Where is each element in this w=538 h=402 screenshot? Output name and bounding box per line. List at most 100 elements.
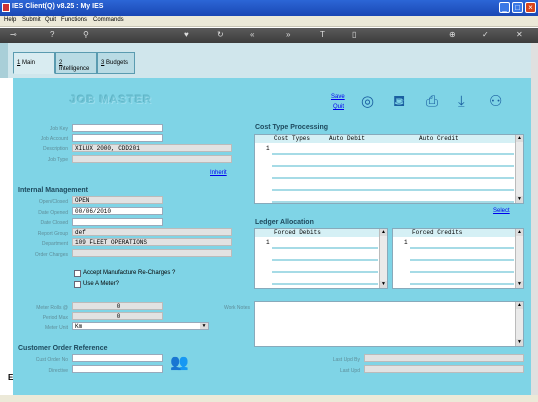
close-window-icon[interactable]: × bbox=[525, 2, 536, 13]
date-opened-label: Date Opened bbox=[38, 210, 68, 216]
status-strip bbox=[0, 395, 538, 402]
work-notes-textarea[interactable]: ▲ ▼ bbox=[254, 301, 524, 347]
window-side-bar bbox=[531, 43, 538, 395]
key-icon[interactable]: ⊸ bbox=[10, 29, 17, 41]
report-group-label: Report Group bbox=[37, 231, 68, 237]
left-edge-marker: E bbox=[8, 373, 14, 382]
tab-main[interactable]: 1 Main bbox=[13, 52, 55, 74]
scroll-down-icon[interactable]: ▼ bbox=[516, 196, 523, 203]
period-max-field: 0 bbox=[72, 312, 163, 320]
cust-order-input[interactable] bbox=[72, 354, 163, 362]
cost-type-rows[interactable] bbox=[272, 143, 514, 203]
scroll-down-icon[interactable]: ▼ bbox=[516, 281, 523, 288]
cost-type-header: Cost Types Auto Debit Auto Credit bbox=[255, 135, 523, 143]
text-icon[interactable]: T bbox=[320, 29, 325, 41]
menu-quit[interactable]: Quit bbox=[45, 17, 56, 23]
department-field: 109 FLEET OPERATIONS bbox=[72, 238, 232, 246]
org-chart-icon[interactable]: ⚇ bbox=[489, 94, 502, 110]
job-key-label: Job Key bbox=[49, 126, 68, 132]
period-max-label: Period Max bbox=[42, 315, 68, 321]
download-icon[interactable]: ⤓ bbox=[458, 94, 465, 110]
work-notes-label: Work Notes bbox=[223, 305, 250, 311]
last-upd-by-label: Last Upd By bbox=[332, 357, 360, 363]
accept-recharges-checkbox[interactable] bbox=[74, 270, 81, 277]
add-icon[interactable]: ⊕ bbox=[449, 29, 456, 41]
date-closed-input[interactable] bbox=[72, 218, 163, 226]
check-icon[interactable]: ✓ bbox=[482, 29, 489, 41]
cost-type-title: Cost Type Processing bbox=[255, 124, 329, 131]
directive-input[interactable] bbox=[72, 365, 163, 373]
scroll-down-icon[interactable]: ▼ bbox=[380, 281, 387, 288]
select-link[interactable]: Select bbox=[493, 208, 510, 214]
meter-unit-value: Km bbox=[75, 323, 83, 330]
minimize-icon[interactable]: _ bbox=[499, 2, 510, 13]
chevron-down-icon[interactable]: ▼ bbox=[200, 323, 208, 329]
menu-bar: Help Submit Quit Functions Commands bbox=[0, 16, 538, 27]
maximize-icon[interactable]: □ bbox=[512, 2, 523, 13]
scroll-up-icon[interactable]: ▲ bbox=[380, 229, 387, 236]
job-type-label: Job Type bbox=[47, 157, 68, 163]
quit-link[interactable]: Quit bbox=[333, 104, 344, 110]
last-upd-label: Last Upd bbox=[339, 368, 360, 374]
work-notes-scrollbar[interactable]: ▲ ▼ bbox=[515, 302, 523, 346]
menu-submit[interactable]: Submit bbox=[22, 17, 41, 23]
order-charges-field bbox=[72, 249, 232, 257]
inherit-link[interactable]: Inherit bbox=[210, 170, 227, 176]
cust-order-label: Cust Order No bbox=[35, 357, 68, 363]
cost-type-scrollbar[interactable]: ▲ ▼ bbox=[515, 135, 523, 203]
cost-type-row-number: 1 bbox=[266, 145, 270, 152]
job-account-label: Job Account bbox=[40, 136, 68, 142]
forced-credits-grid[interactable]: Forced Credits 1 ▲ ▼ bbox=[392, 228, 524, 289]
open-closed-label: Open/Closed bbox=[38, 199, 68, 205]
tab-budgets[interactable]: 3 Budgets bbox=[97, 52, 135, 74]
person-icon[interactable]: 👥 bbox=[170, 355, 189, 371]
description-field: XILUX 2000, CDD201 bbox=[72, 144, 232, 152]
customer-order-title: Customer Order Reference bbox=[18, 345, 108, 352]
search-icon[interactable]: ⚲ bbox=[83, 29, 89, 41]
open-closed-field: OPEN bbox=[72, 196, 163, 204]
menu-functions[interactable]: Functions bbox=[61, 17, 87, 23]
forced-debits-row-number: 1 bbox=[266, 239, 270, 246]
meter-rolls-label: Meter Rolls @ bbox=[36, 305, 68, 311]
scroll-up-icon[interactable]: ▲ bbox=[516, 229, 523, 236]
scroll-down-icon[interactable]: ▼ bbox=[516, 339, 523, 346]
app-icon bbox=[2, 3, 10, 12]
forced-debits-grid[interactable]: Forced Debits 1 ▲ ▼ bbox=[254, 228, 388, 289]
refresh-icon[interactable]: ↻ bbox=[217, 29, 224, 41]
forward-icon[interactable]: » bbox=[286, 29, 290, 41]
job-key-input[interactable] bbox=[72, 124, 163, 132]
col-forced-credits: Forced Credits bbox=[412, 229, 463, 236]
scroll-up-icon[interactable]: ▲ bbox=[516, 135, 523, 142]
close-icon[interactable]: ✕ bbox=[516, 29, 523, 41]
page-icon[interactable]: ▯ bbox=[352, 29, 356, 41]
menu-commands[interactable]: Commands bbox=[93, 17, 124, 23]
page-title: JOB MASTER bbox=[70, 94, 153, 106]
tab-intelligence[interactable]: 2 Intelligence bbox=[55, 52, 97, 74]
basket-icon[interactable]: ⛾ bbox=[393, 94, 405, 110]
save-link[interactable]: Save bbox=[331, 94, 345, 100]
use-meter-checkbox[interactable] bbox=[74, 281, 81, 288]
col-forced-debits: Forced Debits bbox=[274, 229, 321, 236]
forced-credits-rows[interactable] bbox=[410, 237, 514, 288]
help-icon[interactable]: ? bbox=[50, 29, 54, 41]
rewind-icon[interactable]: « bbox=[250, 29, 254, 41]
window-title: IES Client(Q) v8.25 : My IES bbox=[12, 3, 104, 10]
directive-label: Directive bbox=[48, 368, 68, 374]
globe-icon[interactable]: ◎ bbox=[361, 94, 374, 110]
department-label: Department bbox=[41, 241, 68, 247]
job-account-input[interactable] bbox=[72, 134, 163, 142]
meter-rolls-field: 0 bbox=[72, 302, 163, 310]
cost-type-grid[interactable]: Cost Types Auto Debit Auto Credit 1 ▲ ▼ bbox=[254, 134, 524, 204]
title-bar: IES Client(Q) v8.25 : My IES _ □ × bbox=[0, 0, 538, 16]
meter-unit-select[interactable]: Km ▼ bbox=[72, 322, 209, 330]
last-upd-field bbox=[364, 365, 524, 373]
scroll-up-icon[interactable]: ▲ bbox=[516, 302, 523, 309]
forced-debits-rows[interactable] bbox=[272, 237, 378, 288]
last-upd-by-field bbox=[364, 354, 524, 362]
heart-icon[interactable]: ♥ bbox=[184, 29, 189, 41]
printer-icon[interactable]: ⎙ bbox=[426, 94, 438, 110]
forced-credits-scrollbar[interactable]: ▲ ▼ bbox=[515, 229, 523, 288]
forced-debits-scrollbar[interactable]: ▲ ▼ bbox=[379, 229, 387, 288]
date-opened-input[interactable]: 00/06/2010 bbox=[72, 207, 163, 215]
menu-help[interactable]: Help bbox=[4, 17, 16, 23]
